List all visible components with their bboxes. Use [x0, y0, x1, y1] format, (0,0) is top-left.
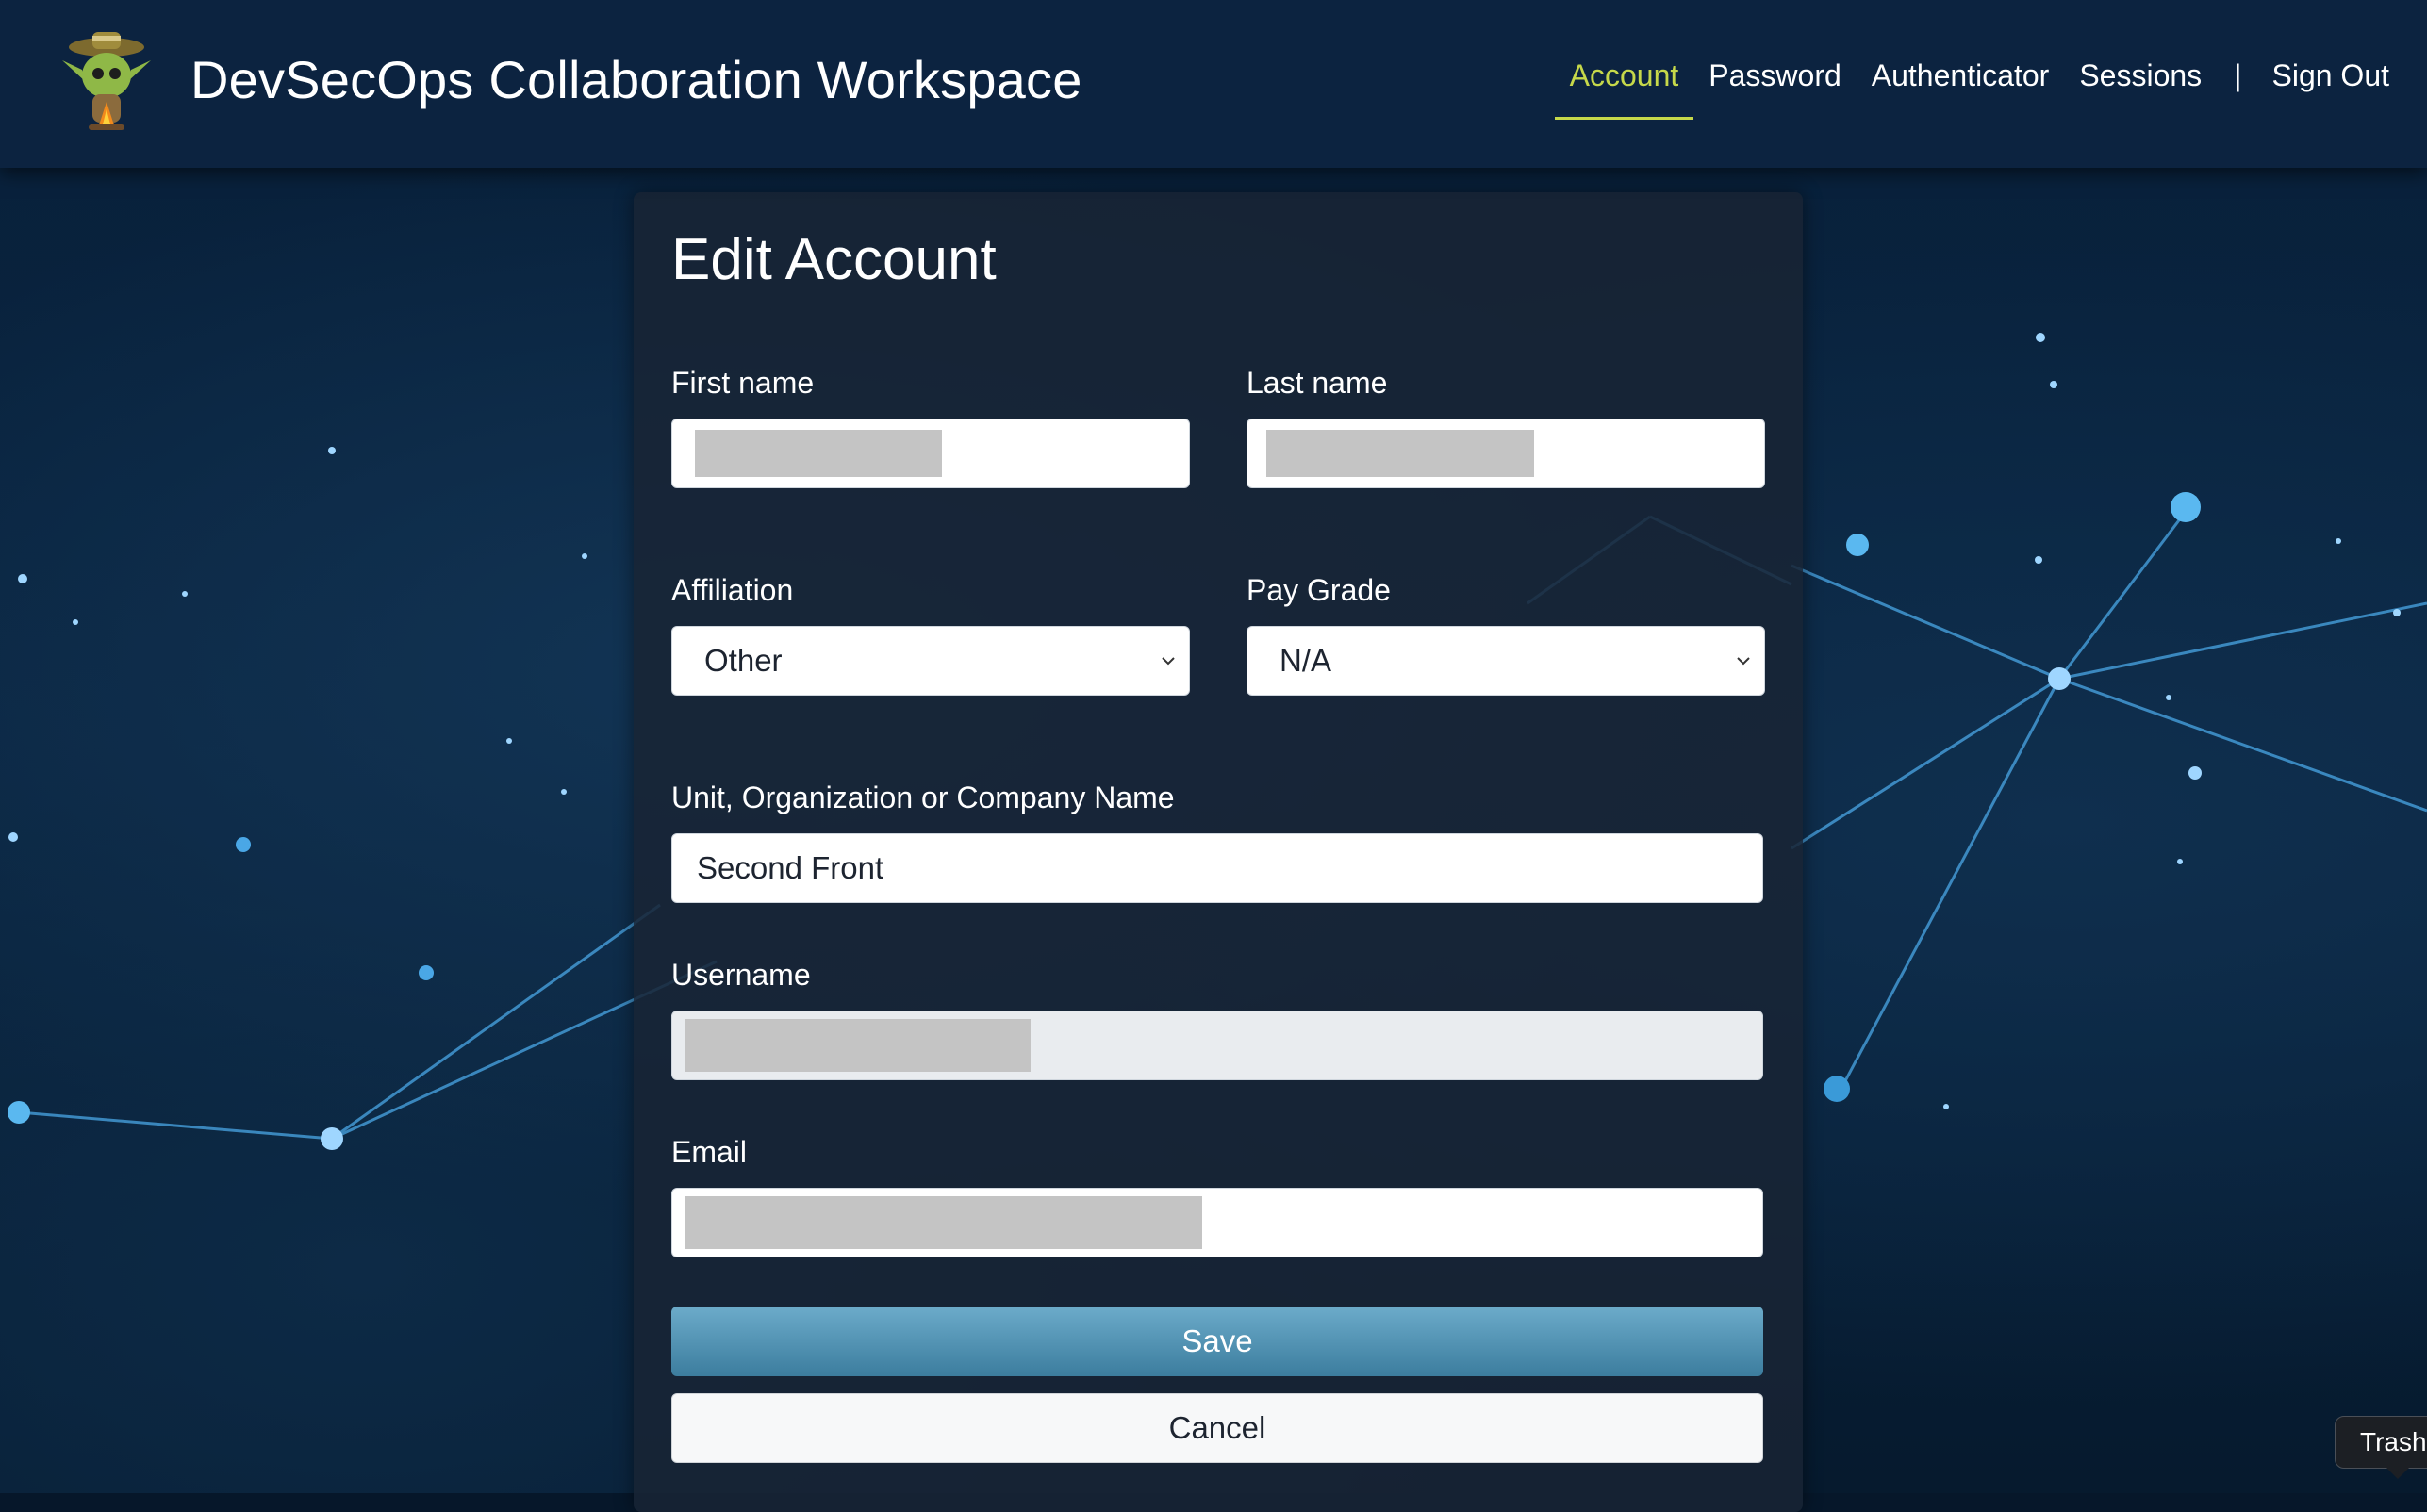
cancel-button[interactable]: Cancel [671, 1393, 1763, 1463]
affiliation-selected: Other [704, 643, 783, 678]
redacted-block [1266, 430, 1534, 477]
save-button[interactable]: Save [671, 1307, 1763, 1376]
first-name-field[interactable] [671, 419, 1190, 488]
smokey-bear-logo [62, 32, 151, 130]
last-name-label: Last name [1247, 366, 1388, 400]
app-title: DevSecOps Collaboration Workspace [190, 50, 1082, 109]
affiliation-label: Affiliation [671, 573, 794, 607]
account-nav: Account Password Authenticator Sessions … [1540, 58, 2389, 120]
organization-label: Unit, Organization or Company Name [671, 781, 1175, 814]
username-field[interactable] [671, 1011, 1763, 1080]
first-name-label: First name [671, 366, 815, 400]
chevron-down-icon [1737, 657, 1750, 666]
trash-tooltip: Trash [2335, 1416, 2427, 1479]
page-title: Edit Account [671, 227, 997, 292]
redacted-block [685, 1019, 1031, 1072]
nav-account[interactable]: Account [1554, 58, 1693, 120]
nav-sign-out[interactable]: Sign Out [2271, 58, 2389, 93]
affiliation-select[interactable]: Other [671, 626, 1190, 696]
username-label: Username [671, 958, 811, 992]
nav-password[interactable]: Password [1709, 58, 1841, 93]
pay-grade-label: Pay Grade [1247, 573, 1391, 607]
nav-separator: | [2234, 58, 2242, 92]
pay-grade-selected: N/A [1280, 643, 1332, 678]
edit-account-card: Edit Account First name Last name Affili… [634, 192, 1803, 1512]
email-label: Email [671, 1135, 748, 1169]
pay-grade-select[interactable]: N/A [1247, 626, 1765, 696]
nav-authenticator[interactable]: Authenticator [1872, 58, 2050, 93]
last-name-field[interactable] [1247, 419, 1765, 488]
top-navbar: DevSecOps Collaboration Workspace Accoun… [0, 0, 2427, 168]
nav-sessions[interactable]: Sessions [2079, 58, 2202, 93]
email-field[interactable] [671, 1188, 1763, 1257]
organization-value: Second Front [697, 850, 884, 885]
redacted-block [685, 1196, 1202, 1249]
redacted-block [695, 430, 942, 477]
chevron-down-icon [1162, 657, 1175, 666]
organization-field[interactable]: Second Front [671, 833, 1763, 903]
